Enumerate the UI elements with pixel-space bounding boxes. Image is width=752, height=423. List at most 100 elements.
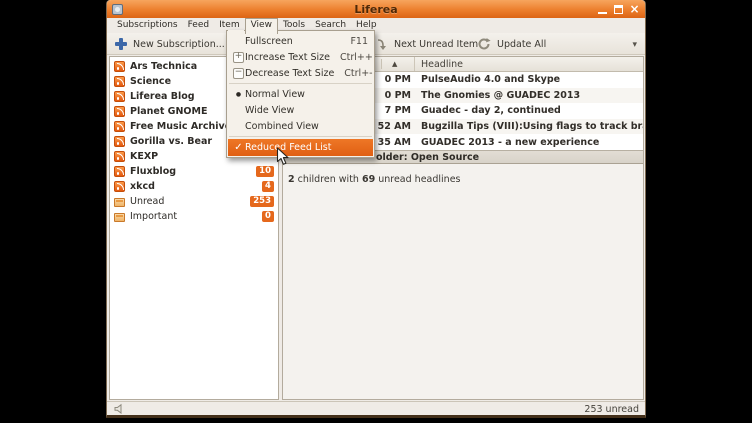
feed-icon <box>114 181 125 192</box>
add-icon <box>115 38 127 50</box>
liferea-app-icon <box>112 4 123 15</box>
headline-title: The Gnomies @ GUADEC 2013 <box>415 90 580 101</box>
view-menu-item-normal-view[interactable]: Normal View <box>228 86 373 102</box>
headline-column-header[interactable]: Headline <box>415 57 643 71</box>
update-all-label: Update All <box>497 39 546 50</box>
menu-item-lead-icon <box>232 52 245 63</box>
main-area: Ars Technica Science Liferea Blog Planet… <box>107 55 645 401</box>
new-subscription-label: New Subscription... <box>133 39 225 50</box>
minimize-icon[interactable] <box>597 4 608 15</box>
feed-label: Gorilla vs. Bear <box>130 136 212 147</box>
feed-label: Ars Technica <box>130 61 197 72</box>
view-menu-item-increase-text-size[interactable]: Increase Text Size Ctrl++ <box>228 49 373 65</box>
summary-text-2: unread headlines <box>375 174 460 185</box>
menu-item-label: Help <box>356 20 377 30</box>
chevron-down-icon: ▾ <box>632 40 637 50</box>
view-menu-item-reduced-feed-list[interactable]: Reduced Feed List <box>228 139 373 156</box>
next-unread-label: Next Unread Item <box>394 39 478 50</box>
menu-item-view[interactable]: View <box>245 18 278 34</box>
menu-item-label: Search <box>315 20 346 30</box>
view-menu: Fullscreen F11 Increase Text Size Ctrl++… <box>226 30 375 158</box>
menu-item-label: Increase Text Size <box>245 52 330 63</box>
view-menu-item-decrease-text-size[interactable]: Decrease Text Size Ctrl+- <box>228 65 373 81</box>
screen-background: Liferea Subscriptions Feed Item View Tools Se… <box>0 0 752 423</box>
feed-list-item-xkcd[interactable]: xkcd 4 <box>110 179 278 194</box>
title-bar[interactable]: Liferea <box>107 0 645 18</box>
menu-item-lead-icon <box>232 91 245 98</box>
feed-icon <box>114 106 125 117</box>
headline-title: PulseAudio 4.0 and Skype <box>415 74 560 85</box>
unread-count-badge: 4 <box>262 181 274 192</box>
statusbar-unread-count: 253 unread <box>584 404 639 415</box>
menu-item-lead-icon <box>232 68 245 79</box>
menu-item-lead-icon <box>232 142 245 153</box>
feed-label: KEXP <box>130 151 158 162</box>
feed-icon <box>114 121 125 132</box>
children-count: 2 <box>288 174 295 185</box>
menu-item-feed[interactable]: Feed <box>183 18 214 33</box>
headline-title: GUADEC 2013 - a new experience <box>415 137 599 148</box>
next-unread-item-button[interactable]: Next Unread Item <box>371 35 482 53</box>
toolbar-overflow-button[interactable]: ▾ <box>628 36 641 54</box>
speaker-icon <box>113 403 125 415</box>
feed-icon <box>114 136 125 147</box>
sort-asc-icon: ▲ <box>392 60 397 68</box>
view-menu-item-fullscreen[interactable]: Fullscreen F11 <box>228 33 373 49</box>
unread-count-badge: 0 <box>262 211 274 222</box>
menu-item-label: Wide View <box>245 105 294 116</box>
feed-label: Unread <box>130 196 164 207</box>
feed-label: xkcd <box>130 181 155 192</box>
feed-icon <box>114 198 125 207</box>
feed-icon <box>114 61 125 72</box>
feed-icon <box>114 151 125 162</box>
update-all-button[interactable]: Update All <box>473 35 550 53</box>
view-menu-item-wide-view[interactable]: Wide View <box>228 102 373 118</box>
status-bar: 253 unread <box>107 401 645 416</box>
menu-item-label: Tools <box>283 20 305 30</box>
menu-item-shortcut: F11 <box>340 36 368 47</box>
menu-item-label: View <box>251 20 272 30</box>
close-icon[interactable] <box>629 4 640 15</box>
headline-column-label: Headline <box>421 59 463 70</box>
headline-title: Bugzilla Tips (VIII):Using flags to trac… <box>415 121 643 132</box>
next-unread-icon <box>375 38 388 51</box>
summary-text-1: children with <box>295 174 362 185</box>
feed-label: Planet GNOME <box>130 106 207 117</box>
feed-label: Science <box>130 76 171 87</box>
new-subscription-button[interactable]: New Subscription... <box>111 35 229 53</box>
feed-icon <box>114 166 125 177</box>
menu-item-label: Combined View <box>245 121 319 132</box>
menu-bar: Subscriptions Feed Item View Tools Search Help <box>107 18 645 33</box>
feed-list-item-unread[interactable]: Unread 253 <box>110 194 278 209</box>
feed-list-item-fluxblog[interactable]: Fluxblog 10 <box>110 164 278 179</box>
feed-label: Fluxblog <box>130 166 176 177</box>
headline-title: Guadec - day 2, continued <box>415 105 561 116</box>
feed-icon <box>114 213 125 222</box>
feed-label: Free Music Archive <box>130 121 231 132</box>
menu-item-subscriptions[interactable]: Subscriptions <box>112 18 183 33</box>
toolbar: New Subscription... Next Unread Item Upd… <box>107 33 645 55</box>
menu-item-label: Fullscreen <box>245 36 293 47</box>
feed-icon <box>114 91 125 102</box>
maximize-icon[interactable] <box>613 4 624 15</box>
menu-item-label: Normal View <box>245 89 305 100</box>
menu-item-shortcut: Ctrl+- <box>334 68 372 79</box>
unread-count-badge: 253 <box>250 196 274 207</box>
menu-item-label: Item <box>219 20 240 30</box>
menu-item-shortcut: Ctrl++ <box>330 52 373 63</box>
feed-icon <box>114 76 125 87</box>
liferea-window: Liferea Subscriptions Feed Item View Tools Se… <box>106 0 646 418</box>
menu-item-label: Feed <box>188 20 209 30</box>
unread-count-badge: 10 <box>256 166 274 177</box>
feed-list-item-important[interactable]: Important 0 <box>110 209 278 224</box>
update-icon <box>477 37 491 51</box>
menu-item-label: Subscriptions <box>117 20 178 30</box>
view-menu-item-combined-view[interactable]: Combined View <box>228 118 373 134</box>
unread-count: 69 <box>362 174 375 185</box>
item-view-title: older: Open Source <box>376 152 479 163</box>
feed-label: Liferea Blog <box>130 91 195 102</box>
window-title: Liferea <box>107 3 645 16</box>
menu-item-label: Decrease Text Size <box>245 68 334 79</box>
mouse-cursor-icon <box>276 147 289 166</box>
window-controls <box>592 4 640 15</box>
